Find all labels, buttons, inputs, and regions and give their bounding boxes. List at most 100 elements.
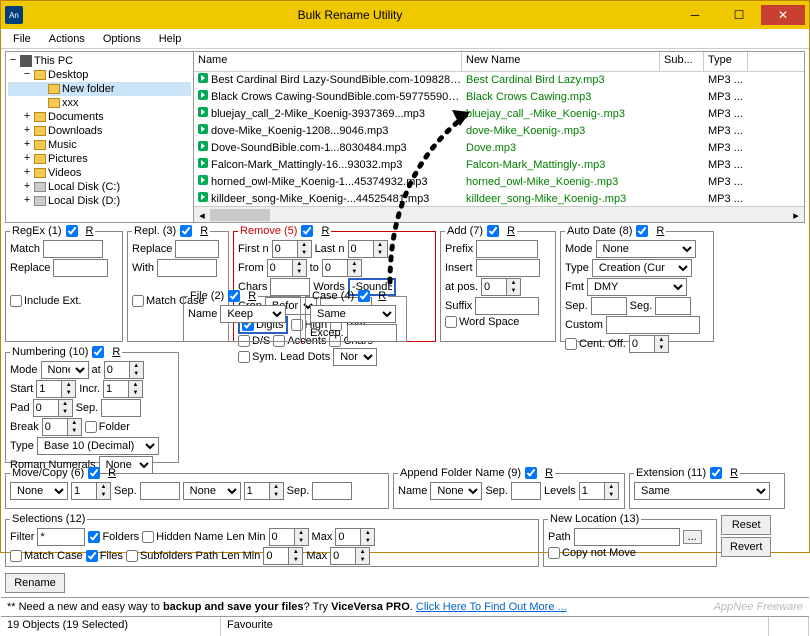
file-row[interactable]: Dove-SoundBible.com-1...8030484.mp3Dove.…: [194, 140, 804, 157]
case-excep-input[interactable]: [347, 324, 397, 342]
appendfolder-levels-spinner[interactable]: ▲▼: [579, 482, 619, 500]
selections-folders-check[interactable]: [88, 531, 100, 543]
file-row[interactable]: Black Crows Cawing-SoundBible.com-597755…: [194, 89, 804, 106]
selections-pathlenmin-spinner[interactable]: ▲▼: [263, 547, 303, 565]
tree-item[interactable]: +Music: [8, 138, 191, 152]
autodate-seg-input[interactable]: [655, 297, 691, 315]
reset-button[interactable]: Reset: [721, 515, 771, 535]
numbering-break-spinner[interactable]: ▲▼: [42, 418, 82, 436]
repl-replace-input[interactable]: [175, 240, 219, 258]
movecopy-sep-input[interactable]: [140, 482, 180, 500]
col-sub[interactable]: Sub...: [660, 52, 704, 71]
remove-from-spinner[interactable]: ▲▼: [267, 259, 307, 277]
close-button[interactable]: ✕: [761, 5, 805, 25]
add-wordspace-check[interactable]: [445, 316, 457, 328]
tree-item[interactable]: −Desktop: [8, 68, 191, 82]
add-atpos-spinner[interactable]: ▲▼: [481, 278, 521, 296]
repl-enable-check[interactable]: [180, 225, 192, 237]
selections-files-check[interactable]: [86, 550, 98, 562]
tree-item[interactable]: +Pictures: [8, 152, 191, 166]
numbering-at-spinner[interactable]: ▲▼: [104, 361, 144, 379]
menu-options[interactable]: Options: [95, 31, 149, 47]
remove-lastn-spinner[interactable]: ▲▼: [348, 240, 388, 258]
tree-item[interactable]: +Downloads: [8, 124, 191, 138]
file-row[interactable]: Falcon-Mark_Mattingly-16...93032.mp3Falc…: [194, 157, 804, 174]
add-enable-check[interactable]: [487, 225, 499, 237]
menu-file[interactable]: File: [5, 31, 39, 47]
autodate-custom-input[interactable]: [606, 316, 700, 334]
numbering-reset[interactable]: R: [112, 346, 120, 358]
revert-button[interactable]: Revert: [721, 537, 771, 557]
remove-reset[interactable]: R: [321, 225, 329, 237]
extension-select[interactable]: Same: [634, 482, 770, 500]
selections-matchcase-check[interactable]: [10, 550, 22, 562]
autodate-mode-select[interactable]: None: [596, 240, 696, 258]
selections-filter-input[interactable]: [37, 528, 85, 546]
selections-hidden-check[interactable]: [142, 531, 154, 543]
tree-item[interactable]: +Local Disk (C:): [8, 180, 191, 194]
autodate-sep-input[interactable]: [591, 297, 627, 315]
col-type[interactable]: Type: [704, 52, 748, 71]
tree-item[interactable]: +Documents: [8, 110, 191, 124]
autodate-reset[interactable]: R: [656, 225, 664, 237]
add-insert-input[interactable]: [476, 259, 540, 277]
repl-with-input[interactable]: [157, 259, 217, 277]
tree-item[interactable]: −This PC: [8, 54, 191, 68]
movecopy-enable-check[interactable]: [88, 467, 100, 479]
regex-reset[interactable]: R: [86, 225, 94, 237]
numbering-start-spinner[interactable]: ▲▼: [36, 380, 76, 398]
autodate-off-spinner[interactable]: ▲▼: [629, 335, 669, 353]
add-suffix-input[interactable]: [475, 297, 539, 315]
tree-item[interactable]: +Local Disk (D:): [8, 194, 191, 208]
rename-button[interactable]: Rename: [5, 573, 65, 593]
selections-namemax-spinner[interactable]: ▲▼: [335, 528, 375, 546]
file-row[interactable]: killdeer_song-Mike_Koenig-...44525481.mp…: [194, 191, 804, 206]
file-list[interactable]: Best Cardinal Bird Lazy-SoundBible.com-1…: [194, 72, 804, 206]
autodate-type-select[interactable]: Creation (Cur: [592, 259, 692, 277]
file-name-select[interactable]: Keep: [220, 305, 286, 323]
newlocation-copy-check[interactable]: [548, 547, 560, 559]
movecopy-1-spinner[interactable]: ▲▼: [71, 482, 111, 500]
movecopy-2-spinner[interactable]: ▲▼: [244, 482, 284, 500]
menu-actions[interactable]: Actions: [41, 31, 93, 47]
add-prefix-input[interactable]: [476, 240, 538, 258]
numbering-enable-check[interactable]: [92, 346, 104, 358]
col-new-name[interactable]: New Name: [462, 52, 660, 71]
remove-leaddots-select[interactable]: Non: [333, 348, 377, 366]
autodate-enable-check[interactable]: [636, 225, 648, 237]
appendfolder-reset[interactable]: R: [545, 467, 553, 479]
remove-firstn-spinner[interactable]: ▲▼: [272, 240, 312, 258]
case-reset[interactable]: R: [378, 290, 386, 302]
tree-item[interactable]: xxx: [8, 96, 191, 110]
numbering-incr-spinner[interactable]: ▲▼: [103, 380, 143, 398]
repl-reset[interactable]: R: [200, 225, 208, 237]
file-row[interactable]: dove-Mike_Koenig-1208...9046.mp3dove-Mik…: [194, 123, 804, 140]
file-row[interactable]: bluejay_call_2-Mike_Koenig-3937369...mp3…: [194, 106, 804, 123]
numbering-folder-check[interactable]: [85, 421, 97, 433]
tree-item[interactable]: New folder: [8, 82, 191, 96]
newlocation-path-input[interactable]: [574, 528, 680, 546]
regex-match-input[interactable]: [43, 240, 103, 258]
selections-subfolders-check[interactable]: [126, 550, 138, 562]
movecopy-reset[interactable]: R: [108, 467, 116, 479]
col-name[interactable]: Name: [194, 52, 462, 71]
appendfolder-name-select[interactable]: None: [430, 482, 482, 500]
horizontal-scrollbar[interactable]: ◂▸: [194, 206, 804, 222]
tree-item[interactable]: +Videos: [8, 166, 191, 180]
movecopy-2-select[interactable]: None: [183, 482, 241, 500]
menu-help[interactable]: Help: [151, 31, 190, 47]
extension-enable-check[interactable]: [710, 467, 722, 479]
file-row[interactable]: Best Cardinal Bird Lazy-SoundBible.com-1…: [194, 72, 804, 89]
selections-pathmax-spinner[interactable]: ▲▼: [330, 547, 370, 565]
appendfolder-enable-check[interactable]: [525, 467, 537, 479]
maximize-button[interactable]: ☐: [717, 5, 761, 25]
file-enable-check[interactable]: [228, 290, 240, 302]
appendfolder-sep-input[interactable]: [511, 482, 541, 500]
regex-replace-input[interactable]: [53, 259, 108, 277]
regex-enable-check[interactable]: [66, 225, 78, 237]
remove-sym-check[interactable]: [238, 351, 250, 363]
case-enable-check[interactable]: [358, 290, 370, 302]
movecopy-1-select[interactable]: None: [10, 482, 68, 500]
movecopy-sep2-input[interactable]: [312, 482, 352, 500]
selections-namelenmin-spinner[interactable]: ▲▼: [269, 528, 309, 546]
